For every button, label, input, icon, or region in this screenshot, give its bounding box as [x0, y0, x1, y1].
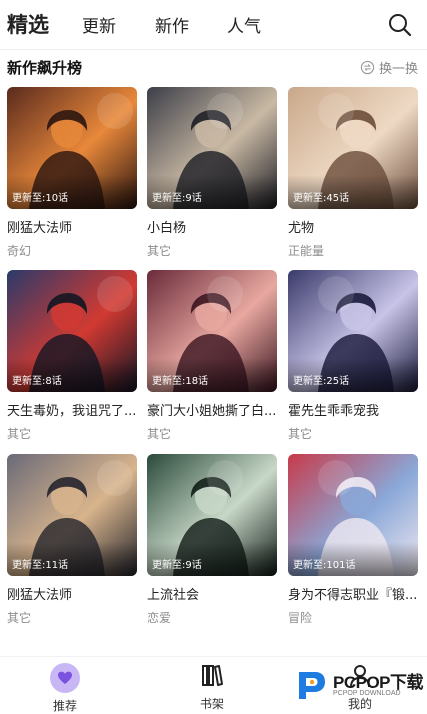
comic-cover[interactable]: 更新至:11话	[7, 454, 137, 576]
comic-card[interactable]: 更新至:25话 霍先生乖乖宠我 其它	[288, 270, 418, 442]
watermark-logo: PCPOP下载 PCPOP DOWNLOAD	[293, 664, 424, 704]
comic-cover[interactable]: 更新至:9话	[147, 454, 277, 576]
comic-cover[interactable]: 更新至:10话	[7, 87, 137, 209]
watermark-sub: PCPOP DOWNLOAD	[333, 690, 401, 697]
swap-label: 换一换	[378, 62, 418, 77]
update-badge: 更新至:101话	[293, 560, 356, 571]
comic-card[interactable]: 更新至:11话 刚猛大法师 其它	[7, 454, 137, 626]
comic-cover[interactable]: 更新至:8话	[7, 270, 137, 392]
comic-cover[interactable]: 更新至:45话	[288, 87, 418, 209]
tab-new[interactable]: 新作	[155, 12, 189, 37]
comic-cover[interactable]: 更新至:101话	[288, 454, 418, 576]
tab-featured[interactable]: 精选	[7, 9, 49, 39]
comic-genre: 正能量	[288, 244, 325, 258]
top-tab-bar: 精选 更新 新作 人气	[0, 0, 427, 50]
comic-genre: 其它	[7, 611, 32, 625]
comic-cover[interactable]: 更新至:25话	[288, 270, 418, 392]
update-badge: 更新至:9话	[152, 193, 202, 204]
nav-recommend[interactable]: 推荐	[25, 663, 105, 714]
update-badge: 更新至:45话	[293, 193, 350, 204]
comic-genre: 其它	[147, 427, 172, 441]
tab-updates[interactable]: 更新	[82, 12, 116, 37]
bookshelf-icon	[202, 665, 223, 686]
search-button[interactable]	[387, 12, 413, 38]
comic-card[interactable]: 更新至:9话 上流社会 恋爱	[147, 454, 277, 626]
comic-title[interactable]: 身为不得志职业『锻...	[288, 584, 420, 603]
comic-title[interactable]: 小白杨	[147, 217, 279, 236]
update-badge: 更新至:25话	[293, 376, 350, 387]
tab-popular[interactable]: 人气	[227, 12, 261, 37]
section-title: 新作飙升榜	[7, 59, 83, 77]
swap-button[interactable]: 换一换	[360, 58, 418, 77]
update-badge: 更新至:8话	[12, 376, 62, 387]
pcpop-logo-icon	[299, 672, 325, 699]
comic-title[interactable]: 尤物	[288, 217, 420, 236]
heart-icon	[58, 671, 72, 684]
comic-title[interactable]: 刚猛大法师	[7, 584, 139, 603]
search-icon	[389, 14, 412, 37]
comic-genre: 恋爱	[147, 611, 172, 625]
comic-cover[interactable]: 更新至:9话	[147, 87, 277, 209]
comic-card[interactable]: 更新至:9话 小白杨 其它	[147, 87, 277, 259]
comic-genre: 其它	[7, 427, 32, 441]
update-badge: 更新至:10话	[12, 193, 69, 204]
nav-bookshelf-label: 书架	[199, 697, 224, 711]
comic-title[interactable]: 刚猛大法师	[7, 217, 139, 236]
comic-genre: 其它	[288, 427, 313, 441]
comic-cover[interactable]: 更新至:18话	[147, 270, 277, 392]
comic-genre: 冒险	[288, 611, 313, 625]
nav-bookshelf[interactable]: 书架	[172, 661, 252, 712]
comic-card[interactable]: 更新至:101话 身为不得志职业『锻... 冒险	[288, 454, 418, 626]
comic-card[interactable]: 更新至:18话 豪门大小姐她撕了白... 其它	[147, 270, 277, 442]
comic-genre: 奇幻	[7, 244, 32, 258]
update-badge: 更新至:11话	[12, 560, 69, 571]
comic-genre: 其它	[147, 244, 172, 258]
comic-title[interactable]: 霍先生乖乖宠我	[288, 400, 420, 419]
header-divider	[0, 49, 427, 50]
comic-title[interactable]: 豪门大小姐她撕了白...	[147, 400, 279, 419]
update-badge: 更新至:9话	[152, 560, 202, 571]
comic-title[interactable]: 天生毒奶，我诅咒了...	[7, 400, 139, 419]
comic-card[interactable]: 更新至:10话 刚猛大法师 奇幻	[7, 87, 137, 259]
comic-card[interactable]: 更新至:8话 天生毒奶，我诅咒了... 其它	[7, 270, 137, 442]
update-badge: 更新至:18话	[152, 376, 209, 387]
nav-recommend-label: 推荐	[52, 699, 77, 713]
comic-card[interactable]: 更新至:45话 尤物 正能量	[288, 87, 418, 259]
refresh-icon	[360, 60, 375, 75]
section-header: 新作飙升榜 换一换	[0, 52, 427, 82]
comic-title[interactable]: 上流社会	[147, 584, 279, 603]
